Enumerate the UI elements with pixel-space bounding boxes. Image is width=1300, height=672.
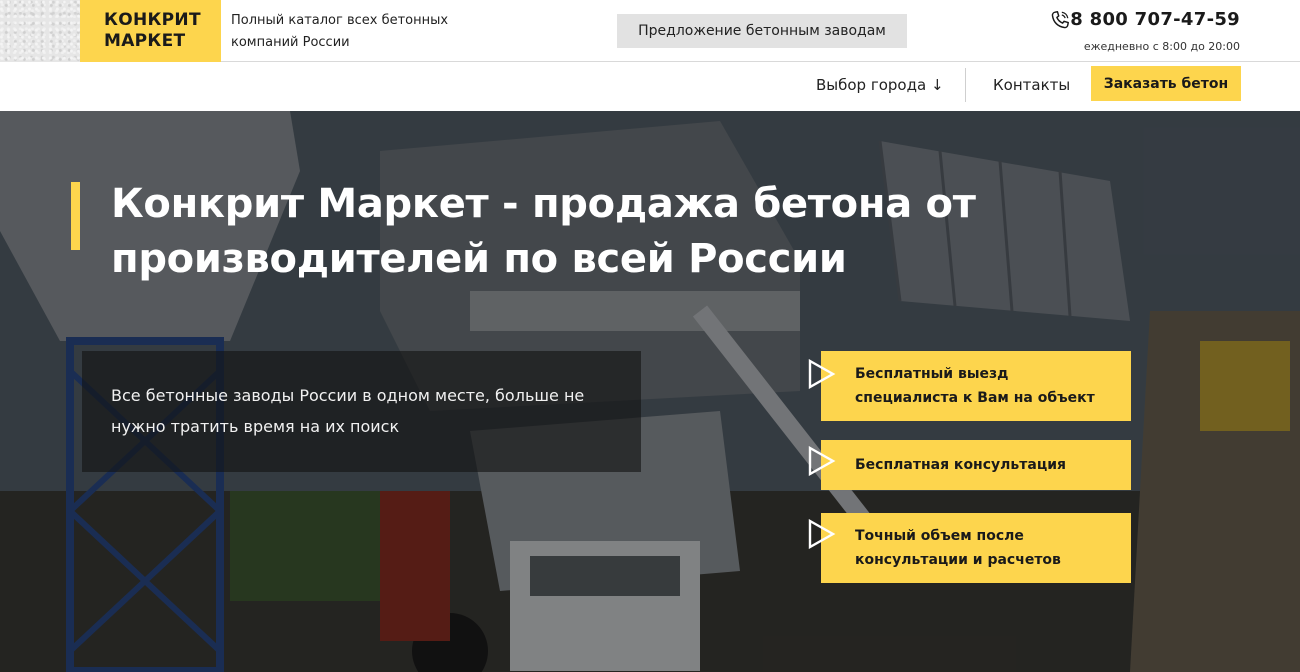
offer-to-plants-button[interactable]: Предложение бетонным заводам	[617, 14, 907, 48]
feature-box: Бесплатный выезд специалиста к Вам на об…	[821, 351, 1131, 421]
phone-icon[interactable]	[1049, 9, 1071, 31]
feature-box: Бесплатная консультация	[821, 440, 1131, 490]
hero-title: Конкрит Маркет - продажа бетона от произ…	[111, 181, 976, 282]
title-accent-bar	[71, 182, 80, 250]
feature-box: Точный объем после консультации и расчет…	[821, 513, 1131, 583]
hero-subtitle: Все бетонные заводы России в одном месте…	[111, 386, 585, 436]
order-concrete-button[interactable]: Заказать бетон	[1091, 66, 1241, 101]
concrete-texture	[0, 0, 80, 62]
top-header: КОНКРИТ МАРКЕТ Полный каталог всех бетон…	[0, 0, 1300, 62]
play-triangle-icon	[808, 359, 836, 389]
hero-section: Конкрит Маркет - продажа бетона от произ…	[0, 111, 1300, 672]
nav-contacts-link[interactable]: Контакты	[993, 76, 1070, 94]
play-triangle-icon	[808, 519, 836, 549]
city-select[interactable]: Выбор города ↓	[816, 76, 944, 94]
nav-divider	[965, 68, 966, 102]
working-hours: ежедневно с 8:00 до 20:00	[1083, 40, 1240, 53]
hero-subtitle-box: Все бетонные заводы России в одном месте…	[82, 351, 641, 472]
logo-line-2: МАРКЕТ	[104, 31, 186, 51]
logo-line-1: КОНКРИТ	[104, 10, 201, 30]
phone-number[interactable]: 8 800 707-47-59	[1070, 9, 1240, 30]
logo[interactable]: КОНКРИТ МАРКЕТ	[80, 0, 221, 62]
site-tagline: Полный каталог всех бетонных компаний Ро…	[231, 13, 449, 50]
play-triangle-icon	[808, 446, 836, 476]
main-nav: Выбор города ↓ Контакты Заказать бетон	[0, 62, 1300, 111]
